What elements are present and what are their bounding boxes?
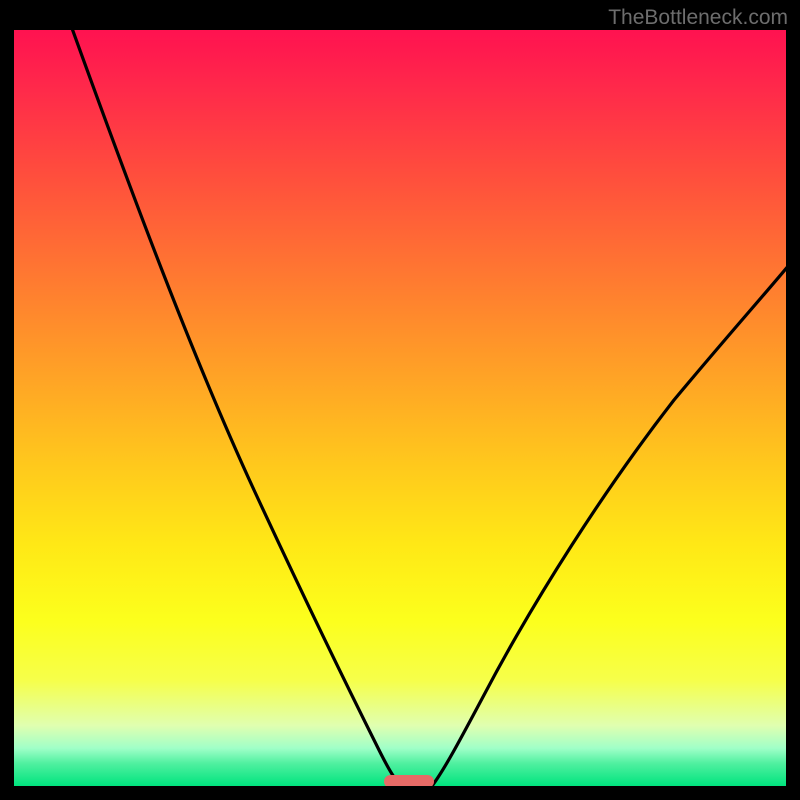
right-curve [432, 265, 786, 786]
bottleneck-curves [14, 30, 786, 786]
plot-area [14, 30, 786, 786]
attribution-label: TheBottleneck.com [608, 6, 788, 30]
left-curve [69, 30, 402, 786]
optimal-marker [384, 775, 434, 786]
